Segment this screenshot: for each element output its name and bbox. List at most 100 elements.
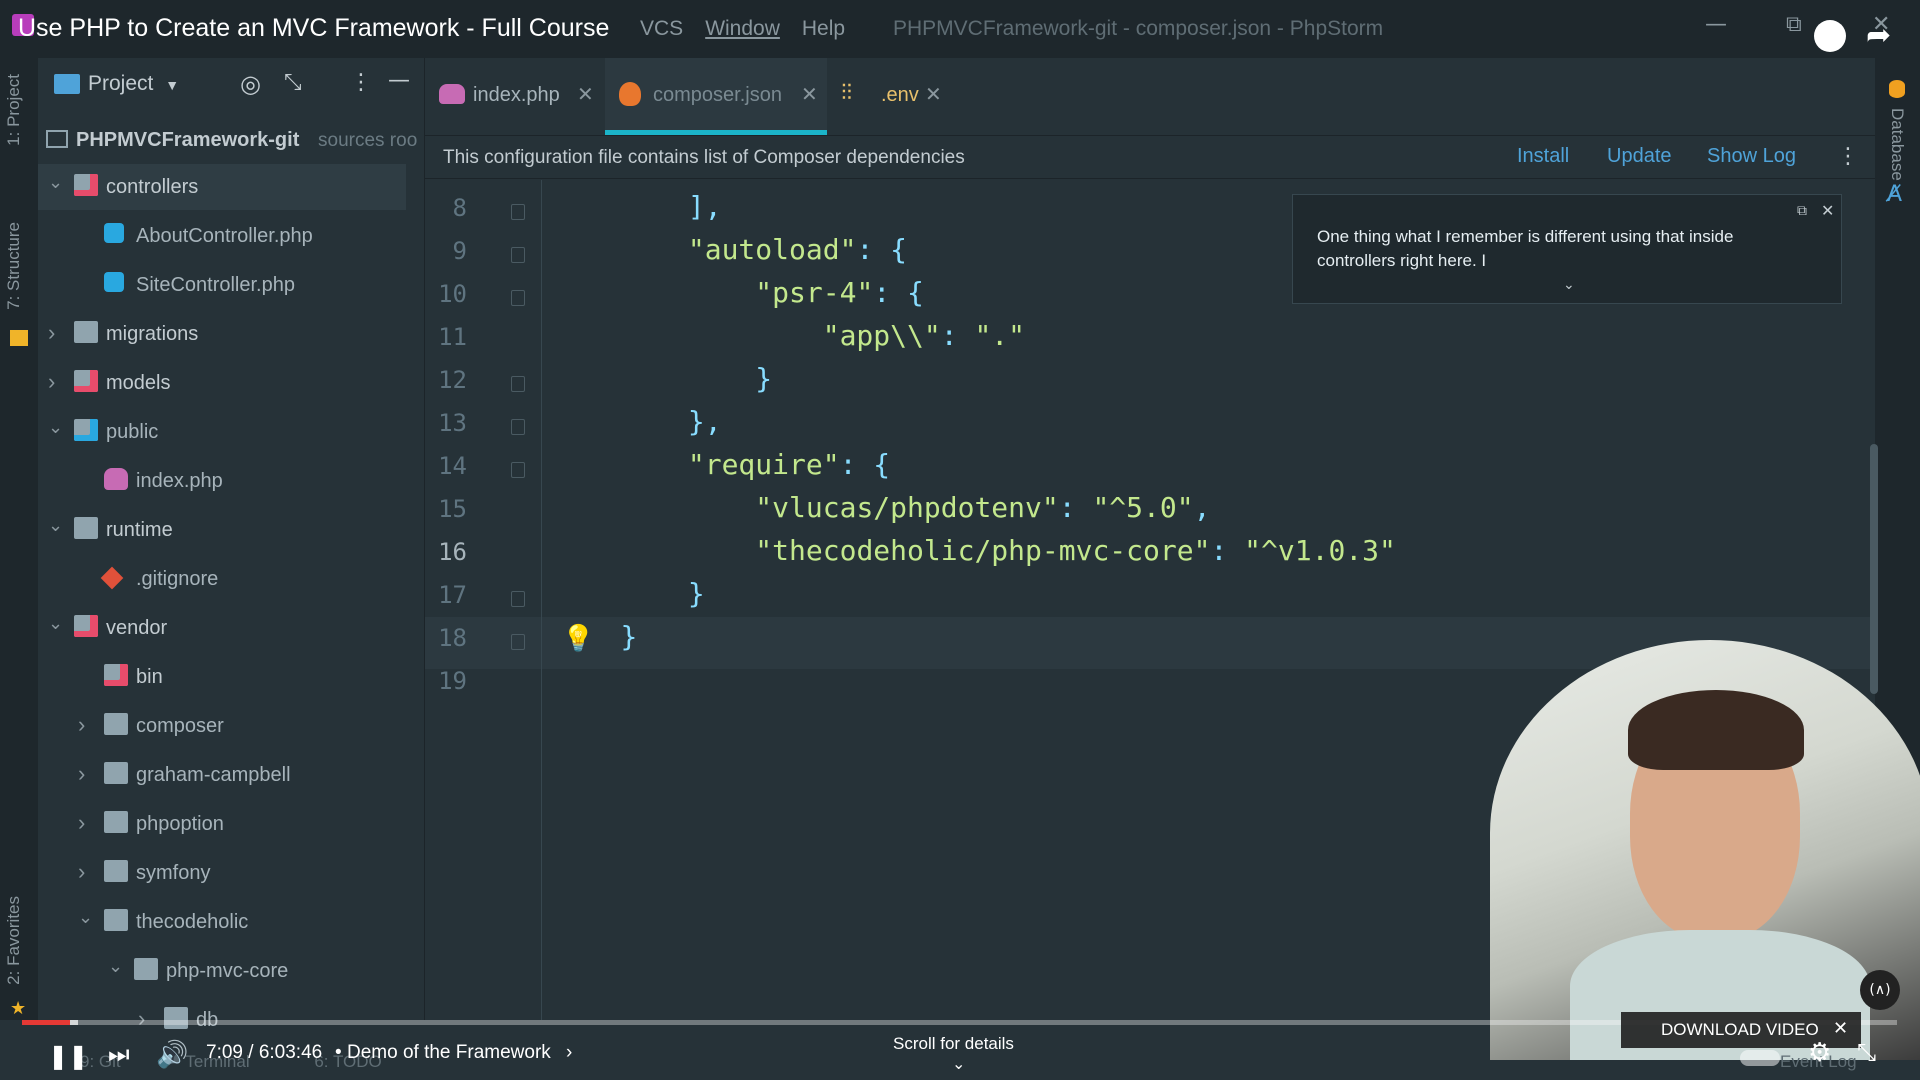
chevron-down-icon[interactable]: ⌄ <box>108 956 123 977</box>
tree-item[interactable]: ⌄ php-mvc-core <box>38 948 406 994</box>
more-options-icon[interactable]: ⋮ <box>1837 144 1859 169</box>
code-line[interactable]: "vlucas/phpdotenv": "^5.0", <box>553 491 1210 524</box>
code-line[interactable]: } <box>553 362 772 395</box>
exit-fullscreen-icon[interactable]: ⤡ <box>1857 1038 1876 1066</box>
tree-item[interactable]: › composer <box>38 703 406 749</box>
code-line[interactable]: "autoload": { <box>553 233 907 266</box>
chapter-title[interactable]: Demo of the Framework <box>347 1042 551 1064</box>
code-line[interactable]: "psr-4": { <box>553 276 924 309</box>
tree-item[interactable]: › phpoption <box>38 801 406 847</box>
video-progress-fill <box>22 1020 70 1025</box>
chevron-right-icon[interactable]: › <box>78 859 85 885</box>
settings-sliders-icon: ⫶⫶ <box>841 80 853 105</box>
fold-marker-icon[interactable] <box>511 247 525 263</box>
more-options-icon[interactable]: ⋮ <box>350 70 372 95</box>
tab-env[interactable]: ⫶⫶ .env ✕ <box>827 58 957 135</box>
editor-scrollbar[interactable] <box>1870 444 1878 694</box>
volume-icon[interactable]: 🔊 <box>156 1040 188 1070</box>
tree-item[interactable]: ⌄ runtime <box>38 507 406 553</box>
chevron-down-icon[interactable]: ⌄ <box>1563 277 1575 293</box>
minimize-icon[interactable]: — <box>1705 12 1727 37</box>
chevron-right-icon[interactable]: › <box>138 1006 145 1032</box>
chevron-right-icon[interactable]: › <box>78 761 85 787</box>
tree-item[interactable]: ⌄ controllers <box>38 164 406 210</box>
code-line[interactable]: "require": { <box>553 448 890 481</box>
code-line[interactable]: }, <box>553 405 722 438</box>
code-line[interactable]: "thecodeholic/php-mvc-core": "^v1.0.3" <box>553 534 1396 567</box>
tab-composer-json[interactable]: composer.json ✕ <box>605 58 827 135</box>
open-external-icon[interactable]: ⧉ <box>1797 203 1807 219</box>
hide-panel-icon[interactable]: — <box>388 68 410 93</box>
autoplay-toggle[interactable] <box>1740 1050 1780 1066</box>
close-tab-icon[interactable]: ✕ <box>577 82 594 107</box>
tree-item[interactable]: › models <box>38 360 406 406</box>
code-line[interactable]: } <box>553 577 705 610</box>
tool-tab-favorites[interactable]: 2: Favorites <box>4 896 24 985</box>
tree-item[interactable]: ⌄ thecodeholic <box>38 899 406 945</box>
tree-item[interactable]: › graham-campbell <box>38 752 406 798</box>
menu-item[interactable]: VCS <box>640 17 683 40</box>
tool-tab-database[interactable]: Database <box>1887 108 1907 181</box>
tool-tab-structure[interactable]: 7: Structure <box>4 222 24 310</box>
target-icon[interactable]: ◎ <box>240 70 261 98</box>
channel-logo-icon[interactable]: (∧) <box>1860 970 1900 1010</box>
chevron-right-icon[interactable]: › <box>48 320 55 346</box>
fold-marker-icon[interactable] <box>511 462 525 478</box>
settings-gear-icon[interactable]: ⚙ <box>1808 1038 1831 1068</box>
fold-marker-icon[interactable] <box>511 419 525 435</box>
tree-item[interactable]: ⌄ public <box>38 409 406 455</box>
spellcheck-icon[interactable]: A̸ <box>1887 182 1902 207</box>
tab-index-php[interactable]: index.php ✕ <box>425 58 605 135</box>
next-video-icon[interactable]: ⏭ <box>108 1040 130 1068</box>
fold-marker-icon[interactable] <box>511 290 525 306</box>
update-link[interactable]: Update <box>1607 145 1672 168</box>
tree-item[interactable]: › symfony <box>38 850 406 896</box>
chevron-right-icon[interactable]: › <box>78 810 85 836</box>
chevron-right-icon[interactable]: › <box>78 712 85 738</box>
close-tab-icon[interactable]: ✕ <box>801 82 818 107</box>
lightbulb-icon[interactable]: 💡 <box>562 624 594 654</box>
tree-item[interactable]: › migrations <box>38 311 406 357</box>
fold-marker-icon[interactable] <box>511 204 525 220</box>
project-view-selector[interactable]: Project ▼ <box>88 72 179 96</box>
project-root-row[interactable]: PHPMVCFramework-git sources roo <box>38 120 424 160</box>
fold-marker-icon[interactable] <box>511 591 525 607</box>
tree-item[interactable]: SiteController.php <box>38 262 406 308</box>
code-line[interactable]: ], <box>553 190 722 223</box>
video-time: 7:09 / 6:03:46 <box>206 1042 323 1063</box>
chevron-down-icon[interactable]: ⌄ <box>48 172 63 193</box>
watch-later-icon[interactable] <box>1814 20 1846 52</box>
tree-item-label: runtime <box>106 519 173 541</box>
menu-item[interactable]: Help <box>802 17 845 40</box>
restore-icon[interactable]: ⧉ <box>1786 12 1802 37</box>
show-log-link[interactable]: Show Log <box>1707 145 1796 168</box>
tool-tab-project[interactable]: 1: Project <box>4 74 24 146</box>
tree-item[interactable]: .gitignore <box>38 556 406 602</box>
chevron-down-icon[interactable]: ⌄ <box>48 515 63 536</box>
video-progress-bar[interactable] <box>22 1020 1897 1025</box>
fold-marker-icon[interactable] <box>511 376 525 392</box>
pause-icon[interactable]: ❚❚ <box>48 1042 88 1070</box>
menu-item[interactable]: Window <box>705 17 780 40</box>
install-link[interactable]: Install <box>1517 145 1569 168</box>
tree-item[interactable]: AboutController.php <box>38 213 406 259</box>
chevron-right-icon[interactable]: › <box>566 1042 572 1064</box>
share-icon[interactable]: ➦ <box>1866 18 1891 53</box>
tree-item[interactable]: index.php <box>38 458 406 504</box>
tree-item[interactable]: ⌄ vendor <box>38 605 406 651</box>
collapse-all-icon[interactable]: ⤡ <box>284 70 302 95</box>
folder-icon <box>104 762 128 784</box>
folder-icon <box>74 615 98 637</box>
close-popup-icon[interactable]: ✕ <box>1821 201 1834 220</box>
chevron-down-icon[interactable]: ⌄ <box>78 907 93 928</box>
tree-item[interactable]: bin <box>38 654 406 700</box>
chevron-down-icon[interactable]: ⌄ <box>48 613 63 634</box>
ide-menu-bar[interactable]: VCS Window Help <box>640 17 867 41</box>
project-panel: Project ▼ ◎ ⤡ ⋮ — PHPMVCFramework-git so… <box>38 58 425 1031</box>
fold-marker-icon[interactable] <box>511 634 525 650</box>
chevron-down-icon[interactable]: ⌄ <box>48 417 63 438</box>
video-title[interactable]: Use PHP to Create an MVC Framework - Ful… <box>18 14 609 43</box>
code-line[interactable]: "app\\": "." <box>553 319 1025 352</box>
chevron-right-icon[interactable]: › <box>48 369 55 395</box>
close-tab-icon[interactable]: ✕ <box>925 82 942 107</box>
